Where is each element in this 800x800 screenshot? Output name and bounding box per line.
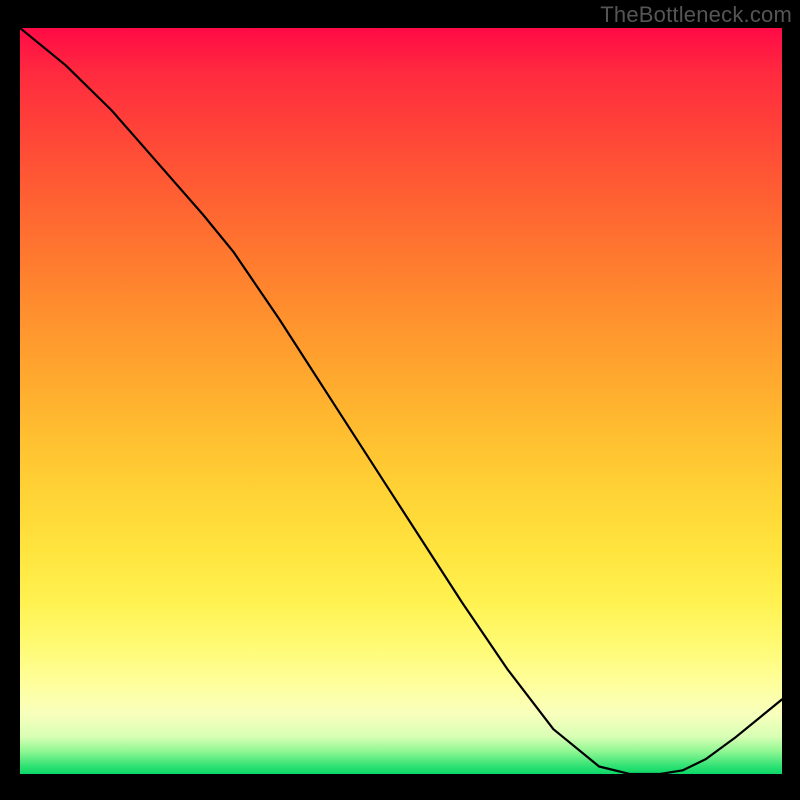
chart-container: TheBottleneck.com (0, 0, 800, 800)
chart-svg (20, 28, 782, 774)
watermark-text: TheBottleneck.com (600, 2, 792, 28)
plot-frame (20, 28, 782, 774)
bottleneck-curve (20, 28, 782, 774)
